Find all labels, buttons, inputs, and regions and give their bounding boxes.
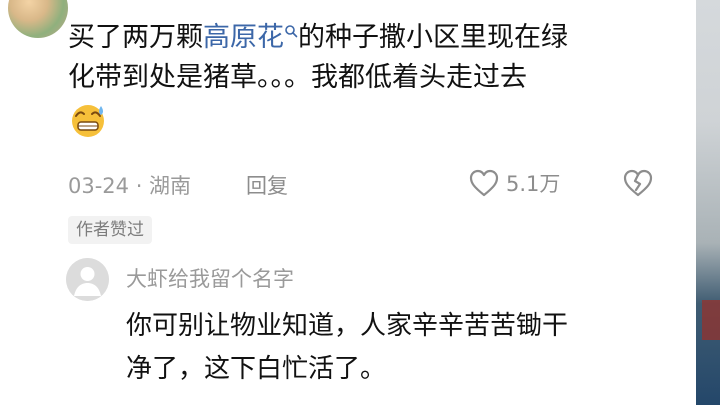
video-background: [696, 0, 720, 405]
like-count: 5.1万: [506, 172, 561, 196]
cold-sweat-grin-emoji-icon: [72, 105, 104, 137]
default-avatar-icon[interactable]: [66, 258, 109, 301]
comment-date-location: 03-24 · 湖南: [68, 174, 192, 198]
avatar[interactable]: [8, 0, 68, 38]
reply-line-2: 净了，这下白忙活了。: [126, 354, 387, 384]
comment-meta: 03-24 · 湖南 回复 5.1万: [68, 168, 668, 200]
comment-text: 买了两万颗高原花 的种子撒小区里现在绿 化带到处是猪草。。。我都低着头走过去: [68, 18, 673, 140]
keyword-link[interactable]: 高原花: [203, 22, 298, 53]
broken-heart-icon[interactable]: [622, 168, 654, 198]
heart-outline-icon: [469, 169, 499, 197]
search-icon: [285, 25, 298, 38]
reply-text: 你可别让物业知道，人家辛辛苦苦锄干 净了，这下白忙活了。: [126, 305, 686, 391]
comment-line-1: 买了两万颗高原花 的种子撒小区里现在绿: [68, 18, 673, 58]
comment-line-2: 化带到处是猪草。。。我都低着头走过去: [68, 62, 527, 93]
comment-username[interactable]: [70, 0, 270, 6]
comment-text-segment: 买了两万颗: [68, 22, 203, 53]
keyword-label: 高原花: [203, 22, 284, 53]
like-button[interactable]: 5.1万: [468, 168, 560, 198]
reply-button[interactable]: 回复: [246, 170, 288, 200]
comment-thread: 买了两万颗高原花 的种子撒小区里现在绿 化带到处是猪草。。。我都低着头走过去 03…: [0, 0, 696, 405]
comment-text-segment: 的种子撒小区里现在绿: [298, 22, 568, 53]
reply-username[interactable]: 大虾给我留个名字: [126, 263, 294, 293]
author-liked-badge: 作者赞过: [68, 216, 152, 244]
reply-line-1: 你可别让物业知道，人家辛辛苦苦锄干: [126, 311, 569, 341]
